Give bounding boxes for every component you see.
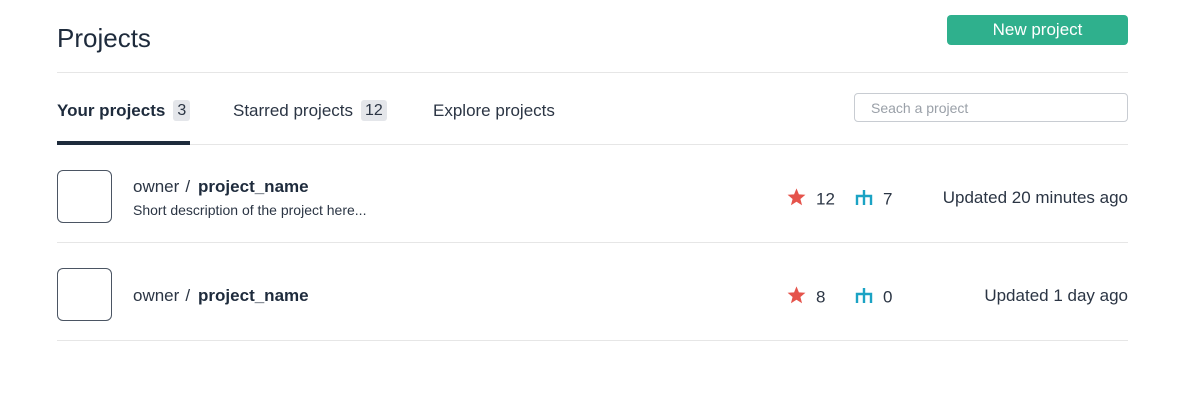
fork-icon (855, 188, 873, 211)
owner-link[interactable]: owner (133, 286, 179, 305)
tab-label: Explore projects (433, 100, 555, 120)
page-header: Projects New project (57, 0, 1128, 73)
fork-icon (855, 286, 873, 309)
projects-page: Projects New project Your projects 3 Star… (57, 0, 1128, 341)
project-description: Short description of the project here... (133, 202, 367, 218)
search-input[interactable] (854, 93, 1128, 122)
star-count[interactable]: 12 (787, 188, 835, 211)
path-separator: / (185, 286, 191, 305)
new-project-button[interactable]: New project (947, 15, 1128, 45)
star-count[interactable]: 8 (787, 286, 825, 309)
tab-starred-projects[interactable]: Starred projects 12 (233, 100, 387, 144)
tab-label: Your projects (57, 100, 166, 120)
star-icon (787, 286, 806, 309)
path-separator: / (185, 177, 191, 196)
project-path: owner / project_name (133, 286, 309, 306)
fork-count[interactable]: 7 (855, 188, 892, 211)
project-avatar[interactable] (57, 268, 112, 321)
tab-your-projects[interactable]: Your projects 3 (57, 100, 191, 145)
tab-explore-projects[interactable]: Explore projects (433, 100, 555, 144)
owner-link[interactable]: owner (133, 177, 179, 196)
tab-label: Starred projects (233, 100, 353, 120)
project-row: owner / project_name 8 0 Updated 1 day ago (57, 243, 1128, 341)
project-name-link[interactable]: project_name (198, 286, 309, 305)
project-path: owner / project_name (133, 177, 309, 197)
star-number: 8 (816, 287, 826, 307)
project-tabs: Your projects 3 Starred projects 12 Explor… (57, 73, 1128, 145)
fork-count[interactable]: 0 (855, 286, 892, 309)
page-title: Projects (57, 23, 151, 53)
project-avatar[interactable] (57, 170, 112, 223)
project-name-link[interactable]: project_name (198, 177, 309, 196)
fork-number: 0 (883, 287, 893, 307)
updated-time: Updated 1 day ago (984, 286, 1128, 305)
star-number: 12 (816, 189, 835, 209)
updated-time: Updated 20 minutes ago (942, 188, 1128, 207)
star-icon (787, 188, 806, 211)
project-row: owner / project_name Short description of … (57, 145, 1128, 243)
fork-number: 7 (883, 189, 893, 209)
count-badge: 12 (361, 100, 387, 122)
count-badge: 3 (173, 100, 191, 122)
